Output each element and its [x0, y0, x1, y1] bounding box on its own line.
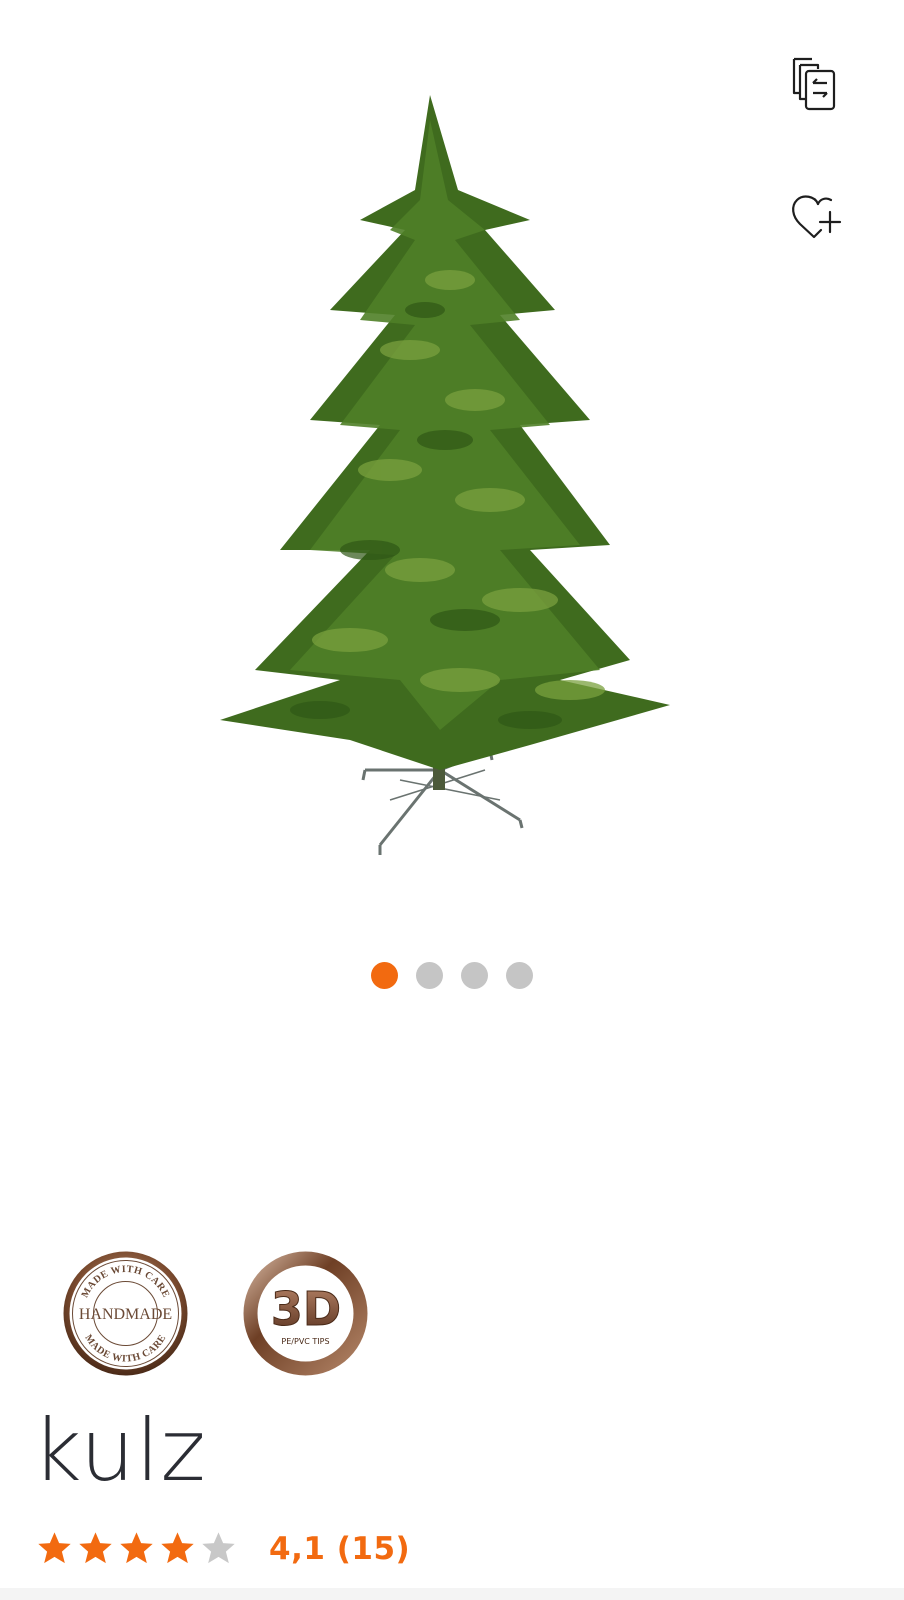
star-full-icon: [120, 1532, 153, 1564]
pagination-dot-2[interactable]: [416, 962, 443, 989]
wishlist-button[interactable]: [786, 188, 844, 246]
rating-summary[interactable]: 4,1 (15): [269, 1531, 410, 1567]
compare-button[interactable]: [786, 55, 844, 113]
product-rating[interactable]: 4,1 (15): [36, 1530, 410, 1567]
svg-text:3D: 3D: [271, 1282, 341, 1336]
star-full-icon: [38, 1532, 71, 1564]
star-full-icon: [79, 1532, 112, 1564]
product-image[interactable]: [200, 80, 700, 870]
tree-foliage: [220, 95, 670, 770]
rating-stars: [36, 1530, 237, 1567]
pagination-dot-1[interactable]: [371, 962, 398, 989]
pagination-dot-4[interactable]: [506, 962, 533, 989]
bottom-divider: [0, 1588, 904, 1600]
svg-text:HANDMADE: HANDMADE: [79, 1306, 172, 1323]
star-empty-icon: [202, 1532, 235, 1564]
heart-plus-icon: [792, 195, 842, 239]
svg-text:PE/PVC TIPS: PE/PVC TIPS: [281, 1337, 329, 1346]
pagination-dot-3[interactable]: [461, 962, 488, 989]
compare-icon: [792, 57, 836, 111]
gallery-pagination: [0, 962, 904, 989]
product-brand: kulz: [32, 1401, 207, 1501]
star-full-icon: [161, 1532, 194, 1564]
3d-tips-badge: 3D PE/PVC TIPS: [243, 1251, 368, 1376]
handmade-badge: MADE WITH CARE HANDMADE MADE WITH CARE: [63, 1251, 188, 1376]
feature-badges: MADE WITH CARE HANDMADE MADE WITH CARE 3…: [62, 1250, 369, 1377]
product-gallery[interactable]: [0, 0, 904, 1000]
